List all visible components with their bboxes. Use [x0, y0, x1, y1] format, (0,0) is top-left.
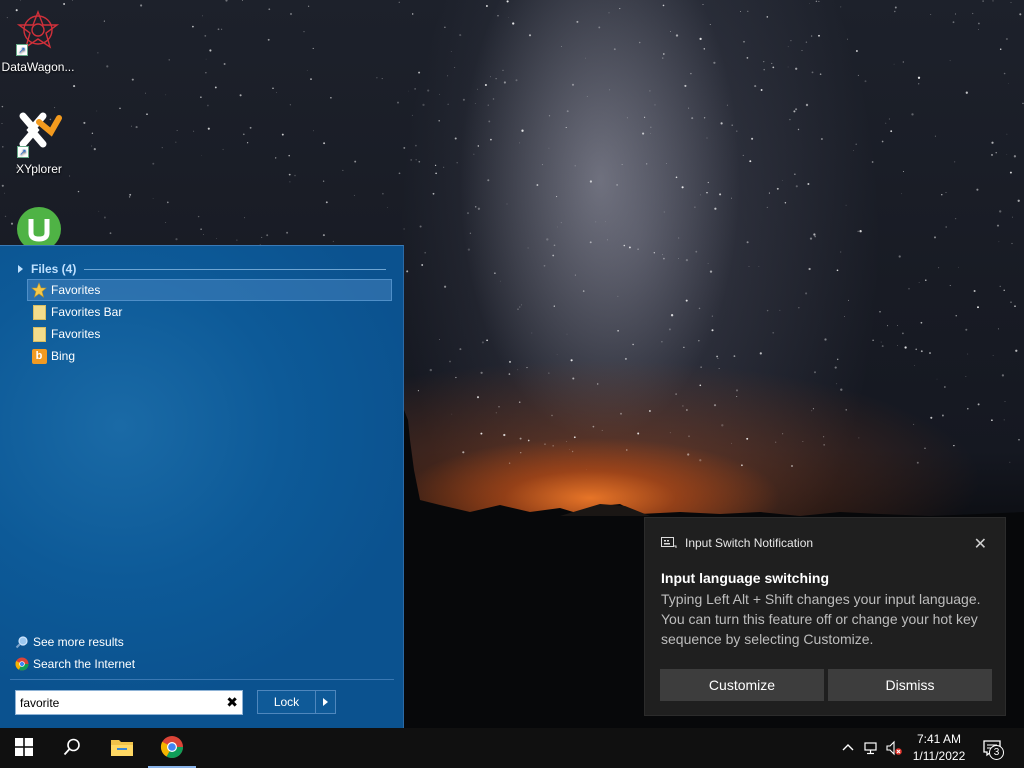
keyboard-icon	[661, 537, 677, 549]
desktop-icon-label: DataWagon...	[1, 60, 75, 74]
search-internet-link[interactable]: Search the Internet	[15, 657, 135, 671]
file-explorer-icon	[110, 737, 134, 760]
chrome-icon	[15, 657, 29, 671]
clock-date: 1/11/2022	[912, 749, 966, 763]
customize-button[interactable]: Customize	[660, 669, 824, 701]
datawagon-icon: ↗	[14, 8, 62, 56]
star-icon	[31, 282, 47, 298]
clock-time: 7:41 AM	[916, 732, 962, 746]
notification-header: Input Switch Notification	[661, 536, 813, 550]
start-menu: Files (4) Favorites Favorites Bar Favori…	[0, 245, 404, 728]
group-divider	[84, 268, 386, 270]
input-switch-notification: Input Switch Notification ✕ Input langua…	[644, 517, 1006, 716]
taskbar-search-button[interactable]	[48, 728, 96, 768]
folder-icon	[31, 304, 47, 320]
xyplorer-icon: ↗	[15, 110, 63, 158]
desktop-icon-datawagon[interactable]: ↗ DataWagon...	[0, 8, 76, 74]
shortcut-arrow-icon: ↗	[17, 146, 29, 158]
lock-label: Lock	[258, 691, 316, 713]
start-button[interactable]	[0, 728, 48, 768]
result-item-favorites-bar[interactable]: Favorites Bar	[27, 301, 392, 323]
chrome-icon	[160, 735, 184, 762]
start-menu-divider	[10, 679, 394, 680]
magnifier-icon	[15, 635, 29, 649]
taskbar-clock[interactable]: 7:41 AM 1/11/2022	[906, 731, 972, 765]
result-item-favorites[interactable]: Favorites	[27, 279, 392, 301]
expand-triangle-icon	[18, 265, 23, 273]
desktop-icon-xyplorer[interactable]: ↗ XYplorer	[1, 110, 77, 176]
result-item-favorites-folder[interactable]: Favorites	[27, 323, 392, 345]
windows-logo-icon	[15, 737, 33, 759]
files-group-label: Files (4)	[31, 262, 77, 276]
search-results-list: Favorites Favorites Bar Favorites b Bing	[27, 279, 392, 367]
search-icon	[63, 738, 81, 759]
desktop-icon-label: XYplorer	[16, 162, 62, 176]
lock-button[interactable]: Lock	[257, 690, 336, 714]
show-hidden-icons-chevron-icon[interactable]	[840, 740, 856, 756]
result-label: Favorites Bar	[51, 305, 123, 319]
notification-title: Input language switching	[661, 570, 829, 586]
result-label: Bing	[51, 349, 76, 363]
action-center-icon[interactable]: 3	[983, 739, 1007, 760]
folder-icon	[31, 326, 47, 342]
see-more-label: See more results	[33, 635, 124, 649]
result-item-bing[interactable]: b Bing	[27, 345, 392, 367]
notification-body: Typing Left Alt + Shift changes your inp…	[661, 591, 981, 647]
dismiss-button[interactable]: Dismiss	[828, 669, 992, 701]
lock-options-arrow-icon[interactable]	[316, 698, 335, 706]
taskbar-chrome[interactable]	[148, 728, 196, 768]
taskbar: 7:41 AM 1/11/2022 3	[0, 728, 1024, 768]
start-search-box[interactable]: ✖	[15, 690, 243, 715]
notification-app-name: Input Switch Notification	[685, 536, 814, 550]
see-more-results-link[interactable]: See more results	[15, 635, 124, 649]
notification-count-badge: 3	[989, 745, 1004, 760]
volume-muted-icon[interactable]	[885, 740, 902, 756]
search-internet-label: Search the Internet	[33, 657, 136, 671]
result-label: Favorites	[51, 283, 101, 297]
taskbar-file-explorer[interactable]	[98, 728, 146, 768]
files-group-header[interactable]: Files (4)	[18, 261, 386, 277]
start-search-input[interactable]	[16, 692, 216, 713]
shortcut-arrow-icon: ↗	[16, 44, 28, 56]
close-icon[interactable]: ✕	[974, 534, 987, 554]
bing-icon: b	[31, 348, 47, 364]
clear-search-icon[interactable]: ✖	[226, 694, 238, 710]
network-icon[interactable]	[863, 740, 879, 756]
result-label: Favorites	[51, 327, 101, 341]
